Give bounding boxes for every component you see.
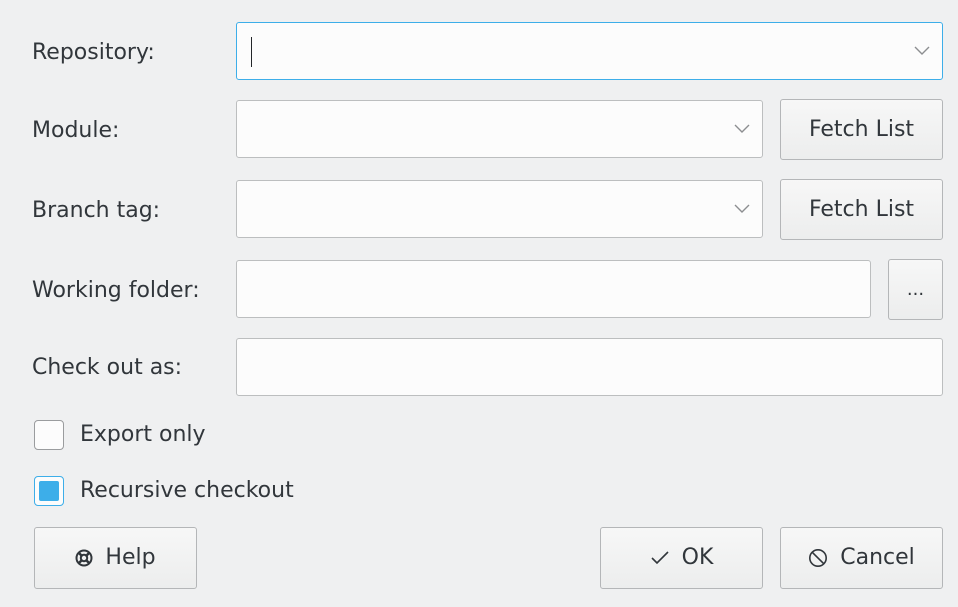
chevron-down-icon[interactable] xyxy=(734,124,750,134)
recursive-checkout-label[interactable]: Recursive checkout xyxy=(80,476,294,506)
working-folder-label: Working folder: xyxy=(32,278,200,303)
lifebuoy-icon xyxy=(75,549,93,567)
cancel-button[interactable]: Cancel xyxy=(780,527,943,589)
browse-folder-button[interactable]: ... xyxy=(888,259,943,320)
help-button[interactable]: Help xyxy=(34,527,197,589)
recursive-checkout-checkbox[interactable] xyxy=(34,476,64,506)
chevron-down-icon[interactable] xyxy=(734,204,750,214)
module-fetch-list-button[interactable]: Fetch List xyxy=(780,99,943,160)
ok-button-label: OK xyxy=(681,545,714,570)
module-fetch-list-label: Fetch List xyxy=(808,116,915,142)
browse-folder-label: ... xyxy=(906,278,925,300)
check-out-as-input[interactable] xyxy=(236,338,943,396)
branch-tag-fetch-list-label: Fetch List xyxy=(808,196,915,222)
check-out-as-label: Check out as: xyxy=(32,355,183,380)
text-cursor xyxy=(251,37,252,67)
ok-button[interactable]: OK xyxy=(600,527,763,589)
branch-tag-fetch-list-button[interactable]: Fetch List xyxy=(780,179,943,240)
repository-combobox[interactable] xyxy=(236,22,943,80)
module-label: Module: xyxy=(32,118,120,143)
help-button-label: Help xyxy=(105,545,156,570)
branch-tag-label: Branch tag: xyxy=(32,198,161,223)
export-only-checkbox[interactable] xyxy=(34,420,64,450)
cancel-button-label: Cancel xyxy=(840,545,915,570)
working-folder-input[interactable] xyxy=(236,260,871,318)
cancel-circle-icon xyxy=(808,548,828,568)
module-combobox[interactable] xyxy=(236,100,763,158)
checkmark-icon xyxy=(650,550,670,566)
export-only-label[interactable]: Export only xyxy=(80,420,206,450)
chevron-down-icon[interactable] xyxy=(914,46,930,56)
branch-tag-combobox[interactable] xyxy=(236,180,763,238)
checkbox-checked-indicator xyxy=(39,481,59,501)
repository-label: Repository: xyxy=(32,40,155,65)
